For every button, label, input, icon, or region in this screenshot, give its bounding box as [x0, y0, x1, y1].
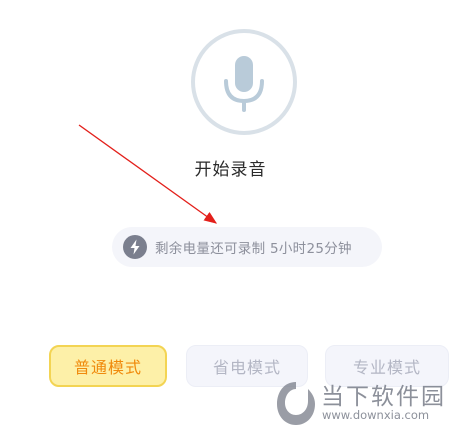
lightning-bolt-icon: [123, 235, 147, 259]
battery-remaining-pill: 剩余电量还可录制 5小时25分钟: [112, 227, 382, 267]
start-recording-label[interactable]: 开始录音: [0, 155, 461, 180]
power-save-mode-button[interactable]: 省电模式: [186, 345, 308, 387]
microphone-icon: [224, 56, 264, 112]
professional-mode-button[interactable]: 专业模式: [325, 345, 449, 387]
normal-mode-button[interactable]: 普通模式: [49, 345, 167, 387]
record-button[interactable]: [191, 29, 297, 135]
watermark-url: www.downxia.com: [322, 408, 430, 422]
battery-remaining-text: 剩余电量还可录制 5小时25分钟: [155, 241, 352, 257]
recorder-screen: 开始录音 剩余电量还可录制 5小时25分钟 普通模式 省电模式 专业模式 当下软…: [0, 0, 461, 444]
